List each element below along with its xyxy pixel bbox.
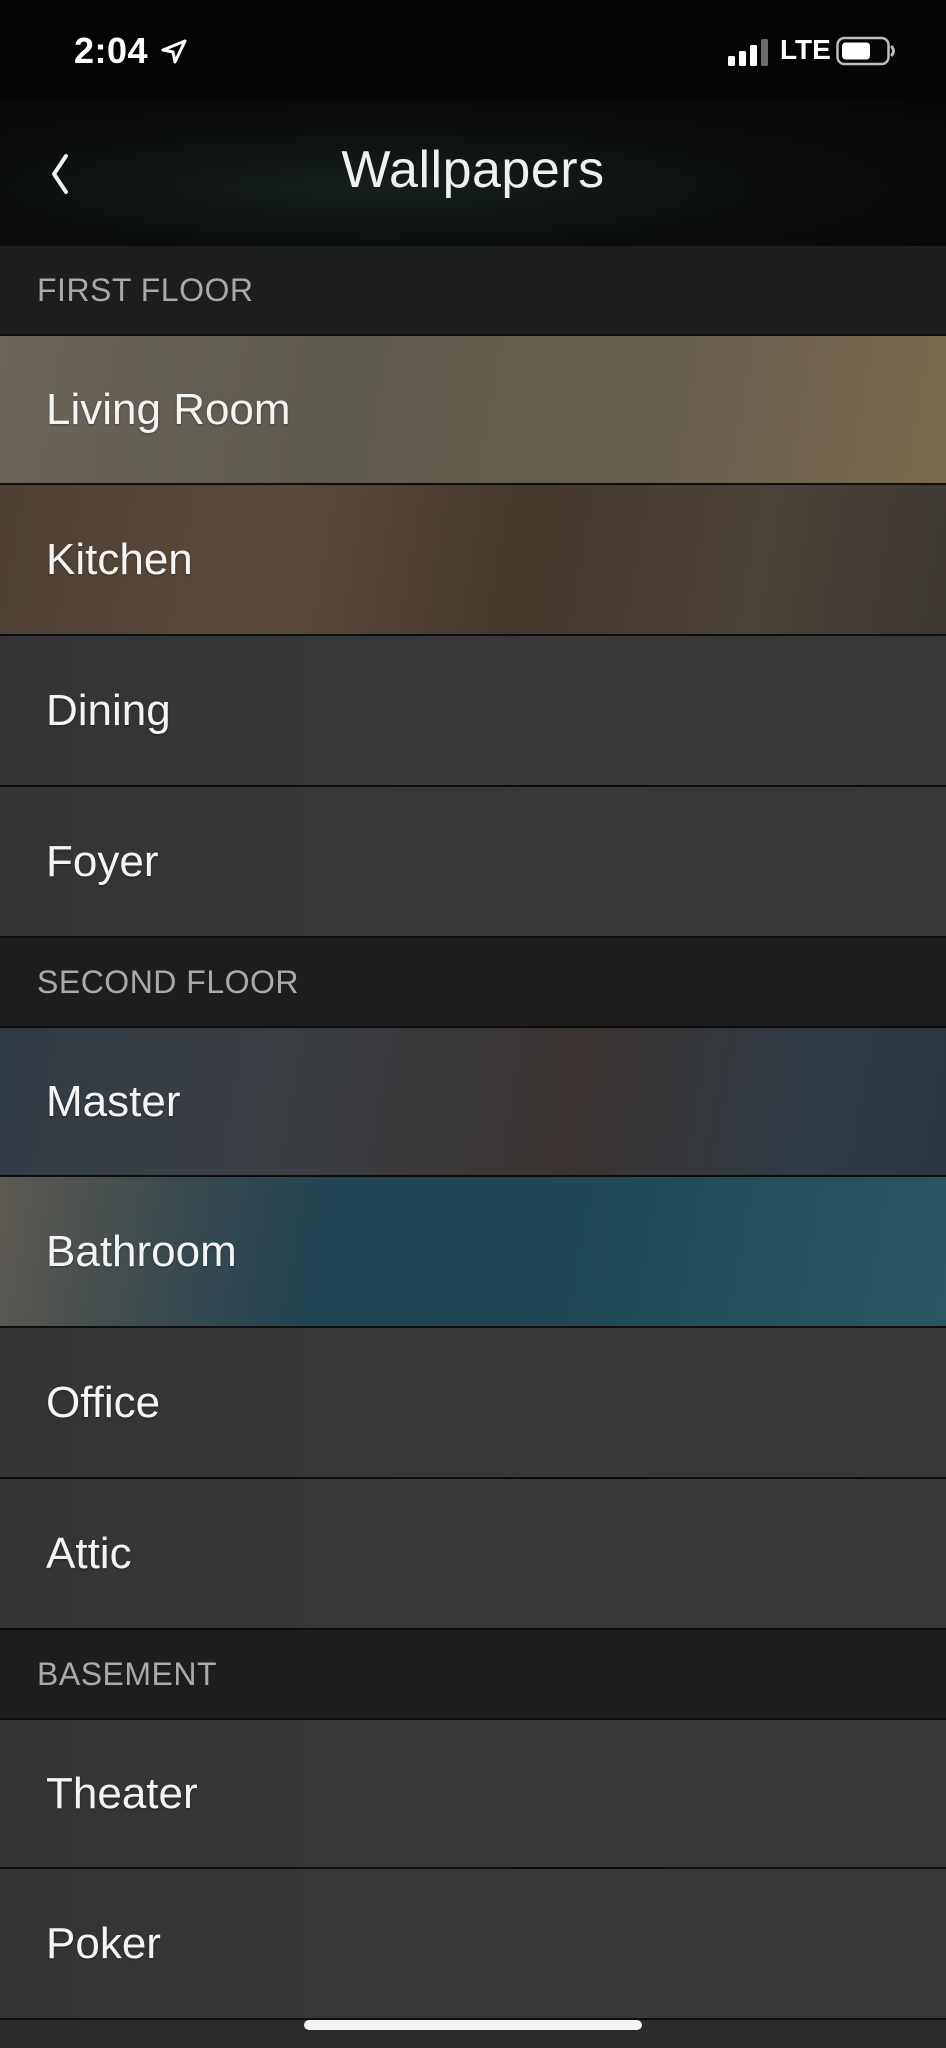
status-bar: 2:04 LTE xyxy=(0,0,946,100)
list-item-label: Bathroom xyxy=(46,1226,237,1276)
list-item-dining[interactable]: Dining xyxy=(0,636,946,787)
home-indicator[interactable] xyxy=(304,2020,642,2030)
list-item-theater[interactable]: Theater xyxy=(0,1718,946,1869)
list-item-living-room[interactable]: Living Room xyxy=(0,334,946,485)
list-item-label: Poker xyxy=(46,1918,161,1968)
section-header-basement: BASEMENT xyxy=(0,1630,946,1718)
cellular-signal-icon xyxy=(728,39,768,66)
location-arrow-icon xyxy=(161,39,187,64)
list-item-master[interactable]: Master xyxy=(0,1026,946,1177)
section-header-second-floor: SECOND FLOOR xyxy=(0,938,946,1026)
wallpapers-screen: 2:04 LTE Wallpapers FIRST FLOOR Living R… xyxy=(0,0,946,2048)
list-item-label: Dining xyxy=(46,685,171,735)
list-item-kitchen[interactable]: Kitchen xyxy=(0,485,946,636)
list-item-label: Office xyxy=(46,1377,161,1427)
battery-icon xyxy=(836,36,895,66)
network-type: LTE xyxy=(780,34,831,65)
list-item-bathroom[interactable]: Bathroom xyxy=(0,1177,946,1328)
navigation-bar: Wallpapers xyxy=(0,100,946,246)
list-item-label: Theater xyxy=(46,1768,198,1818)
list-item-foyer[interactable]: Foyer xyxy=(0,787,946,938)
list-item-office[interactable]: Office xyxy=(0,1328,946,1479)
list-item-label: Attic xyxy=(46,1528,132,1578)
section-header-first-floor: FIRST FLOOR xyxy=(0,246,946,334)
status-time: 2:04 xyxy=(74,30,149,71)
list-item-label: Kitchen xyxy=(46,534,193,584)
list-item-poker[interactable]: Poker xyxy=(0,1869,946,2020)
list-item-label: Living Room xyxy=(46,384,291,434)
list-item-label: Foyer xyxy=(46,836,159,886)
page-title: Wallpapers xyxy=(341,141,605,199)
list-item-label: Master xyxy=(46,1076,181,1126)
wallpaper-list: FIRST FLOOR Living Room Kitchen Dining F… xyxy=(0,246,946,2020)
list-item-attic[interactable]: Attic xyxy=(0,1479,946,1630)
